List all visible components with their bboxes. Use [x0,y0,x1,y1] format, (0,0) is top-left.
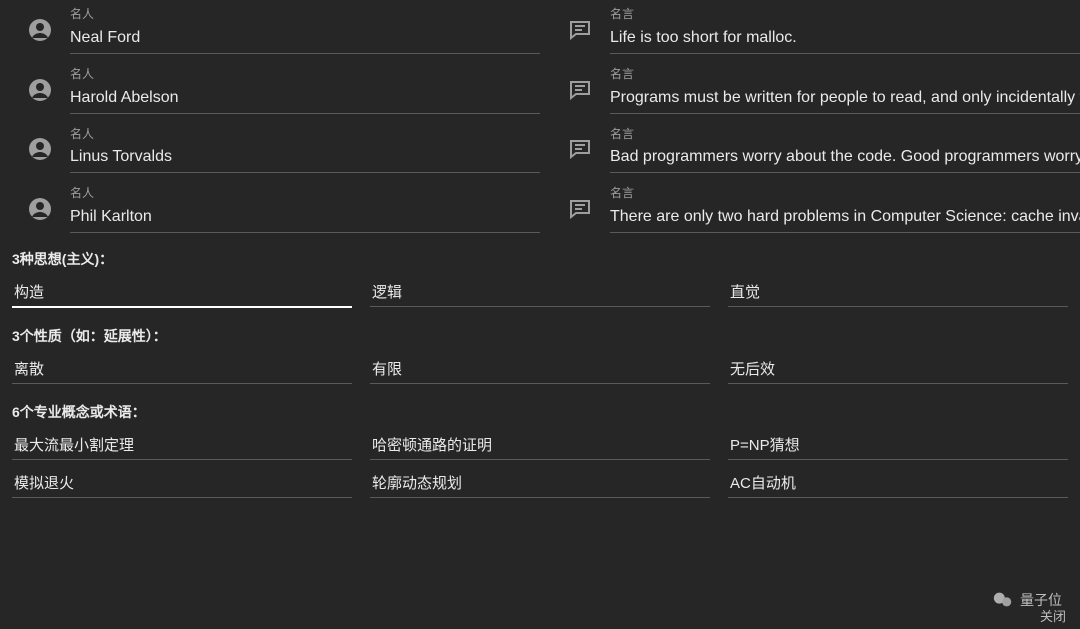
quote-icon [568,78,610,102]
field-label-quote: 名言 [610,6,1080,23]
person-input[interactable] [70,25,540,54]
field-label-person: 名人 [70,66,540,83]
field-label-person: 名人 [70,6,540,23]
quote-icon [568,137,610,161]
person-input[interactable] [70,204,540,233]
quote-row: 名人 名言 [0,179,1080,239]
field-label-quote: 名言 [610,185,1080,202]
wechat-icon [992,589,1014,611]
section-heading-properties: 3个性质（如：延展性）： [0,316,1080,354]
thought-input[interactable] [12,277,352,308]
quote-input[interactable] [610,25,1080,54]
concepts-grid-row2 [0,468,1080,506]
quote-row: 名人 名言 [0,60,1080,120]
concepts-grid-row1 [0,430,1080,468]
person-input[interactable] [70,85,540,114]
concept-input[interactable] [370,468,710,498]
section-heading-concepts: 6个专业概念或术语： [0,392,1080,430]
person-icon [28,18,70,42]
section-heading-thoughts: 3种思想(主义)： [0,239,1080,277]
quote-input[interactable] [610,85,1080,114]
person-icon [28,78,70,102]
person-icon [28,197,70,221]
thought-input[interactable] [728,277,1068,307]
concept-input[interactable] [728,468,1068,498]
close-button[interactable]: 关闭 [1040,606,1066,625]
property-input[interactable] [12,354,352,384]
quote-icon [568,18,610,42]
concept-input[interactable] [12,468,352,498]
person-input[interactable] [70,144,540,173]
quote-input[interactable] [610,144,1080,173]
field-label-person: 名人 [70,185,540,202]
quote-row: 名人 名言 [0,120,1080,180]
property-input[interactable] [728,354,1068,384]
quote-row: 名人 名言 [0,0,1080,60]
field-label-person: 名人 [70,126,540,143]
field-label-quote: 名言 [610,126,1080,143]
thought-input[interactable] [370,277,710,307]
property-input[interactable] [370,354,710,384]
concept-input[interactable] [370,430,710,460]
properties-grid [0,354,1080,392]
field-label-quote: 名言 [610,66,1080,83]
quote-input[interactable] [610,204,1080,233]
thoughts-grid [0,277,1080,316]
concept-input[interactable] [728,430,1068,460]
quote-icon [568,197,610,221]
person-icon [28,137,70,161]
concept-input[interactable] [12,430,352,460]
